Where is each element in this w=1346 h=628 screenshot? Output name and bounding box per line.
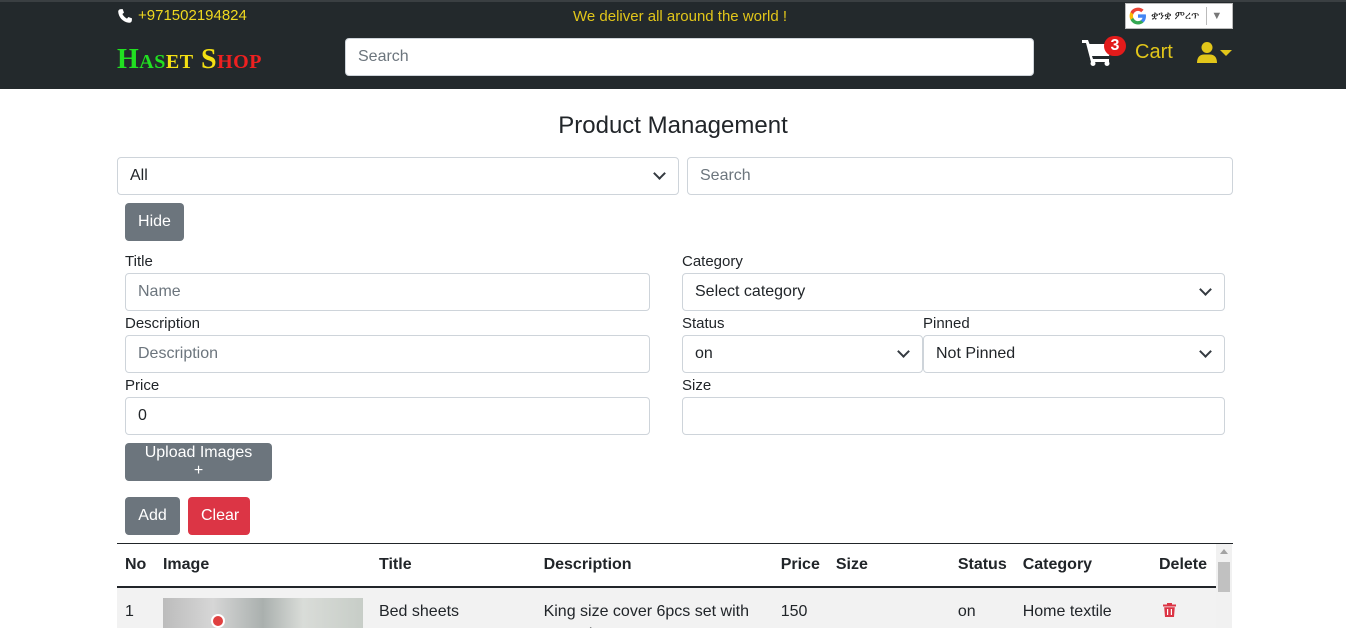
title-label: Title bbox=[125, 253, 153, 270]
title-input[interactable] bbox=[125, 273, 650, 311]
column-header-category: Category bbox=[1014, 544, 1151, 588]
column-header-price: Price bbox=[772, 544, 828, 588]
logo-part-3: S bbox=[201, 44, 218, 75]
google-icon bbox=[1129, 7, 1146, 25]
dropdown-arrow-icon: ▼ bbox=[1211, 10, 1223, 22]
chevron-down-icon bbox=[1220, 49, 1232, 56]
user-menu-button[interactable] bbox=[1197, 42, 1232, 63]
phone-number: +971502194824 bbox=[138, 7, 247, 24]
page-title: Product Management bbox=[558, 112, 788, 139]
size-label: Size bbox=[682, 377, 712, 394]
logo-part-1: Has bbox=[117, 44, 166, 75]
price-input[interactable] bbox=[125, 397, 650, 435]
chevron-down-icon bbox=[653, 167, 666, 180]
category-select[interactable]: Select category bbox=[682, 273, 1225, 311]
divider bbox=[1206, 7, 1208, 25]
thumbnail-detail bbox=[210, 614, 225, 628]
description-label: Description bbox=[125, 315, 201, 332]
category-value: Select category bbox=[695, 283, 806, 300]
user-icon bbox=[1197, 42, 1217, 63]
chevron-down-icon bbox=[1199, 283, 1212, 296]
cart-button[interactable]: 3 Cart bbox=[1082, 36, 1173, 66]
cart-count-badge: 3 bbox=[1104, 36, 1126, 56]
status-label: Status bbox=[682, 315, 725, 332]
row-price: 150 bbox=[772, 587, 828, 628]
status-select[interactable]: on bbox=[682, 335, 923, 373]
column-header-no: No bbox=[117, 544, 155, 588]
row-title: Bed sheets bbox=[370, 587, 536, 628]
pinned-value: Not Pinned bbox=[936, 345, 1016, 362]
language-label: ቋንቋ ምረጥ bbox=[1151, 9, 1200, 22]
row-description: King size cover 6pcs set with paper bag bbox=[535, 587, 773, 628]
row-no: 1 bbox=[117, 587, 155, 628]
phone-contact[interactable]: +971502194824 bbox=[117, 7, 247, 24]
table-header-row: No Image Title Description Price Size St… bbox=[117, 544, 1217, 588]
language-select[interactable]: ቋንቋ ምረጥ ▼ bbox=[1125, 3, 1233, 29]
chevron-down-icon bbox=[1199, 345, 1212, 358]
column-header-image: Image bbox=[154, 544, 371, 588]
scroll-up-icon[interactable] bbox=[1220, 549, 1228, 554]
cart-label: Cart bbox=[1135, 40, 1173, 63]
product-filter-select[interactable]: All bbox=[117, 157, 679, 195]
trash-icon[interactable] bbox=[1163, 603, 1176, 617]
row-delete-cell bbox=[1151, 587, 1217, 628]
description-input[interactable] bbox=[125, 335, 650, 373]
hide-form-button[interactable]: Hide bbox=[125, 203, 184, 241]
price-label: Price bbox=[125, 377, 160, 394]
category-label: Category bbox=[682, 253, 743, 270]
phone-icon bbox=[118, 8, 132, 23]
column-header-delete: Delete bbox=[1151, 544, 1217, 588]
row-status: on bbox=[949, 587, 1015, 628]
row-category: Home textile bbox=[1014, 587, 1151, 628]
row-size bbox=[827, 587, 950, 628]
scrollbar-thumb[interactable] bbox=[1218, 562, 1230, 592]
site-logo[interactable]: Haset Shop bbox=[117, 44, 262, 76]
pinned-label: Pinned bbox=[923, 315, 970, 332]
column-header-status: Status bbox=[949, 544, 1015, 588]
column-header-description: Description bbox=[535, 544, 773, 588]
row-image-cell bbox=[154, 587, 371, 628]
size-input[interactable] bbox=[682, 397, 1225, 435]
filter-value: All bbox=[130, 167, 148, 184]
logo-part-4: hop bbox=[217, 44, 262, 75]
add-product-button[interactable]: Add bbox=[125, 497, 180, 535]
product-thumbnail[interactable] bbox=[162, 598, 363, 628]
status-value: on bbox=[695, 345, 713, 362]
upload-images-button[interactable]: Upload Images + bbox=[125, 443, 272, 481]
chevron-down-icon bbox=[897, 345, 910, 358]
table-row: 1 Bed sheets King size cover 6pcs set wi… bbox=[117, 587, 1217, 628]
pinned-select[interactable]: Not Pinned bbox=[923, 335, 1225, 373]
promo-message: We deliver all around the world ! bbox=[573, 8, 787, 25]
product-search-input[interactable] bbox=[687, 157, 1233, 195]
products-table: No Image Title Description Price Size St… bbox=[117, 543, 1233, 628]
column-header-title: Title bbox=[370, 544, 536, 588]
logo-part-2: et bbox=[165, 44, 194, 75]
clear-form-button[interactable]: Clear bbox=[188, 497, 250, 535]
table-scrollbar[interactable] bbox=[1216, 544, 1232, 628]
top-navbar: +971502194824 We deliver all around the … bbox=[0, 0, 1346, 89]
header-search-input[interactable] bbox=[345, 38, 1034, 76]
column-header-size: Size bbox=[827, 544, 950, 588]
